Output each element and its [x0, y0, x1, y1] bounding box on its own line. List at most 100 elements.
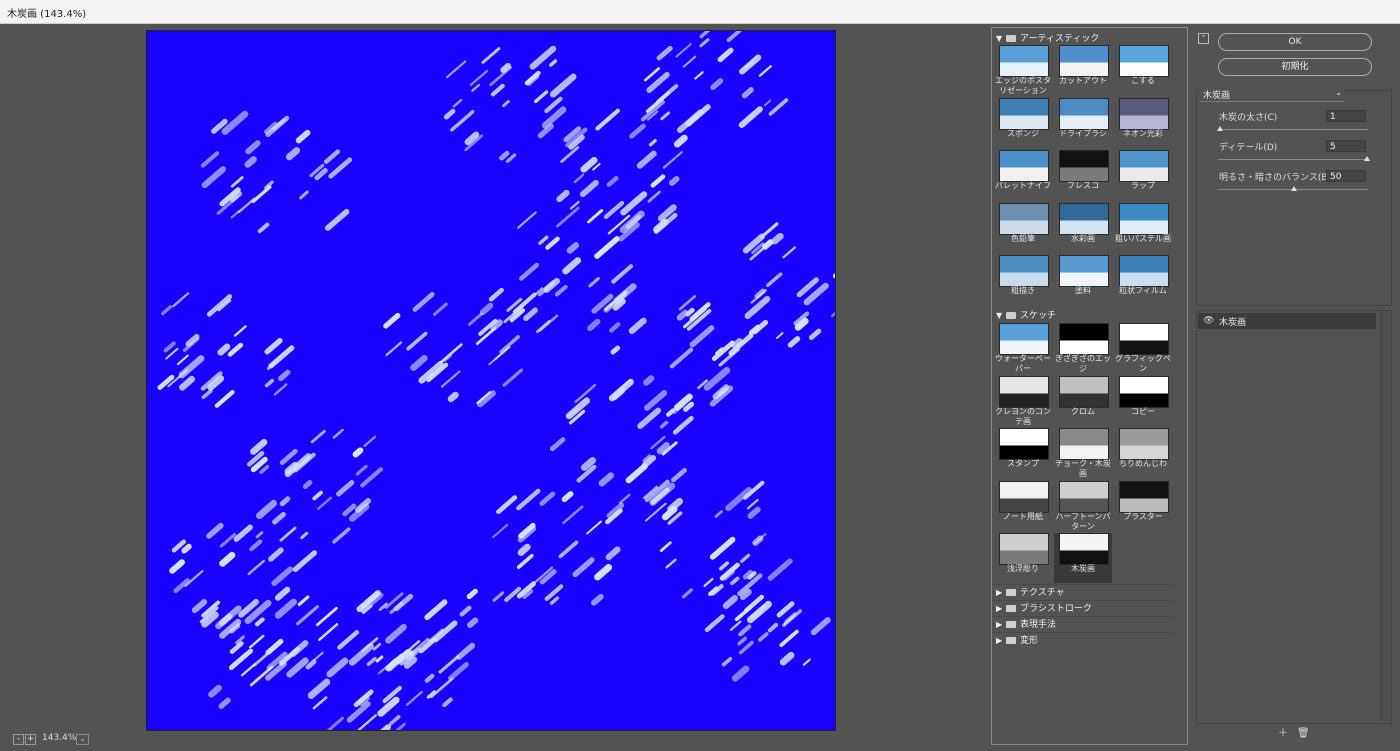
thumbnail-image [1119, 255, 1169, 287]
zoom-out-button[interactable]: - [13, 734, 24, 745]
filter-label: 木炭画 [1071, 564, 1095, 573]
filter-thumbnail[interactable]: ハーフトーンパターン [1054, 480, 1112, 531]
filter-thumbnail[interactable]: グラフィックペン [1114, 323, 1172, 373]
filter-thumbnail[interactable]: 水彩画 [1054, 202, 1112, 253]
filter-thumbnail[interactable]: パレットナイフ [994, 150, 1052, 200]
thumbnail-image [999, 150, 1049, 182]
reset-button[interactable]: 初期化 [1218, 58, 1372, 76]
filter-thumbnail[interactable]: ウォーターペーパー [994, 323, 1052, 373]
filter-label: スタンプ [1007, 459, 1039, 468]
category-header[interactable]: ▶ ブラシストローク [996, 601, 1092, 615]
title-bar: 木炭画 (143.4%) [0, 0, 1400, 24]
filter-gallery: ▼ アーティスティック エッジのポスタリゼーション カットアウト こする スポンジ ドライブ… [991, 27, 1188, 745]
thumbnail-image [1059, 45, 1109, 77]
filter-thumbnail[interactable]: ぎざぎざのエッジ [1054, 323, 1112, 373]
category-header[interactable]: ▶ 変形 [996, 633, 1038, 647]
thumbnail-image [999, 375, 1049, 408]
filter-thumbnail[interactable]: スタンプ [994, 428, 1052, 478]
ok-button[interactable]: OK [1218, 33, 1372, 51]
filter-thumbnail[interactable]: ラップ [1114, 150, 1172, 200]
thumbnail-image [1059, 150, 1109, 182]
effect-layer-name: 木炭画 [1219, 318, 1247, 328]
filter-thumbnail[interactable]: 色鉛筆 [994, 202, 1052, 253]
filter-thumbnail[interactable]: エッジのポスタリゼーション [994, 45, 1052, 95]
param-label: 明るさ・暗さのバランス(B) [1219, 173, 1332, 183]
preview-canvas[interactable] [146, 30, 836, 731]
gallery-scrollbar[interactable] [1177, 28, 1187, 744]
filter-label: フレスコ [1067, 181, 1099, 190]
slider-knob[interactable] [1217, 126, 1223, 131]
thumbnail-image [1119, 428, 1169, 460]
param-value-input[interactable]: 50 [1326, 170, 1366, 182]
filter-thumbnail[interactable]: カットアウト [1054, 45, 1112, 95]
param-value-input[interactable]: 5 [1326, 140, 1366, 152]
filter-label: 粗描き [1011, 286, 1035, 295]
filter-thumbnail[interactable]: ネオン光彩 [1114, 97, 1172, 148]
thumbnail-image [999, 428, 1049, 460]
filter-label: ウォーターペーパー [995, 354, 1051, 373]
filter-label: クロム [1071, 406, 1095, 416]
thumbnail-image [1059, 97, 1109, 130]
filter-label: チョーク・木炭画 [1055, 459, 1111, 478]
filter-label: ぎざぎざのエッジ [1055, 354, 1111, 373]
filter-thumbnail[interactable]: コピー [1114, 375, 1172, 426]
filter-thumbnail[interactable]: チョーク・木炭画 [1054, 428, 1112, 478]
thumbnail-image [1059, 255, 1109, 287]
slider-knob[interactable] [1364, 156, 1370, 161]
delete-effect-layer-icon[interactable]: 🗑 [1297, 729, 1310, 739]
category-header[interactable]: ▶ テクスチャ [996, 585, 1065, 599]
category-label: アーティスティック [1020, 34, 1100, 44]
filter-thumbnail[interactable]: フレスコ [1054, 150, 1112, 200]
thumbnail-image [999, 97, 1049, 130]
filter-label: スポンジ [1007, 128, 1039, 138]
filter-thumbnail[interactable]: こする [1114, 45, 1172, 95]
filter-label: コピー [1131, 406, 1155, 416]
category-label: ブラシストローク [1020, 604, 1092, 614]
filter-thumbnail[interactable]: ちりめんじわ [1114, 428, 1172, 478]
filter-thumbnail[interactable]: 粗いパステル画 [1114, 202, 1172, 253]
filter-thumbnail[interactable]: 粗描き [994, 255, 1052, 305]
filter-label: 粒状フィルム [1119, 286, 1167, 295]
thumbnail-image [999, 255, 1049, 287]
thumbnail-image [999, 323, 1049, 355]
thumbnail-image [1119, 97, 1169, 130]
effect-layers: 👁 木炭画 [1196, 310, 1392, 724]
filter-thumbnail[interactable]: 木炭画 [1054, 533, 1112, 583]
collapse-gallery-button[interactable]: ⌃ [1198, 33, 1209, 44]
category-header[interactable]: ▶ 表現手法 [996, 617, 1056, 631]
filter-thumbnail[interactable]: クレヨンのコンテ画 [994, 375, 1052, 426]
category-header[interactable]: ▼ スケッチ [996, 308, 1056, 322]
filter-thumbnail[interactable]: クロム [1054, 375, 1112, 426]
folder-icon [1006, 312, 1016, 319]
param-value-input[interactable]: 1 [1326, 110, 1366, 122]
filter-select[interactable]: 木炭画 ⌄ [1200, 88, 1344, 102]
filter-thumbnail[interactable]: ドライブラシ [1054, 97, 1112, 148]
category-label: テクスチャ [1020, 588, 1065, 598]
triangle-down-icon: ▼ [996, 311, 1003, 320]
filter-label: ノート用紙 [1003, 511, 1043, 521]
filter-thumbnail[interactable]: 浅浮彫り [994, 533, 1052, 583]
param-label: ディテール(D) [1219, 143, 1278, 153]
folder-icon [1006, 605, 1016, 612]
filter-thumbnail[interactable]: 粒状フィルム [1114, 255, 1172, 305]
filter-label: カットアウト [1059, 76, 1107, 85]
param-slider[interactable] [1218, 186, 1368, 191]
eye-icon[interactable]: 👁 [1203, 316, 1214, 326]
filter-thumbnail[interactable]: スポンジ [994, 97, 1052, 148]
param-slider[interactable] [1218, 156, 1370, 161]
zoom-in-button[interactable]: + [25, 734, 36, 745]
layers-scrollbar[interactable] [1379, 311, 1391, 721]
thumbnail-image [1059, 533, 1109, 565]
filter-thumbnail[interactable]: ノート用紙 [994, 480, 1052, 531]
zoom-dropdown[interactable]: ⌄ [76, 734, 89, 745]
effect-layer-row[interactable]: 👁 木炭画 [1198, 313, 1376, 329]
category-header[interactable]: ▼ アーティスティック [996, 31, 1099, 45]
filter-thumbnail[interactable]: 塗料 [1054, 255, 1112, 305]
slider-knob[interactable] [1290, 186, 1297, 191]
folder-icon [1006, 589, 1016, 596]
thumbnail-image [1119, 45, 1169, 77]
filter-thumbnail[interactable]: プラスター [1114, 480, 1172, 531]
param-label: 木炭の太さ(C) [1219, 113, 1278, 123]
new-effect-layer-icon[interactable]: ＋ [1278, 729, 1288, 739]
param-slider[interactable] [1217, 126, 1368, 131]
